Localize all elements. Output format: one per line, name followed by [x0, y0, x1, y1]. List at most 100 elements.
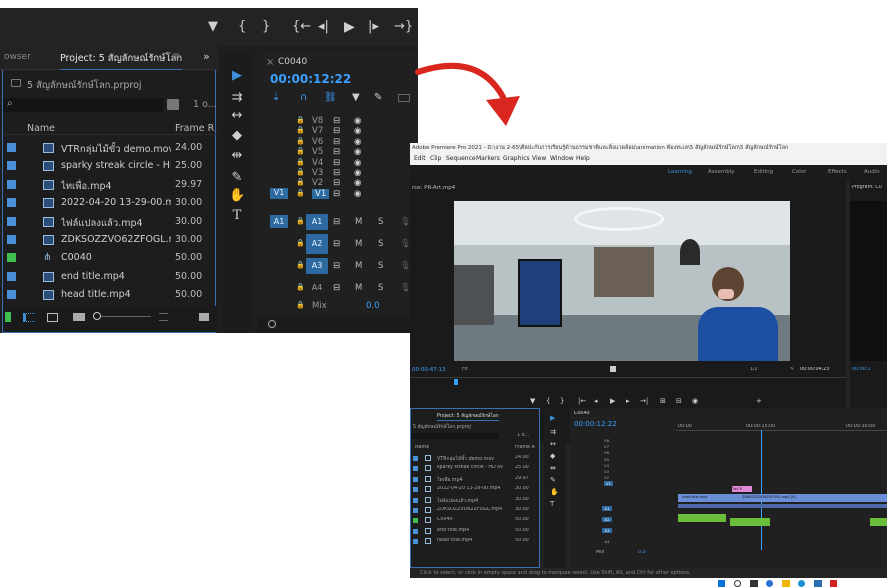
track-name[interactable]: V7 [312, 126, 323, 136]
lock-icon[interactable]: 🔒 [296, 189, 305, 197]
track-name[interactable]: A1 [306, 214, 328, 230]
overwrite-icon[interactable]: ⊟ [676, 397, 682, 405]
menu-clip[interactable]: Clip [430, 153, 441, 165]
program-tab[interactable]: Program: C0 [852, 185, 882, 190]
solo-button[interactable]: S [378, 261, 383, 271]
project-item-row[interactable]: ไทเพื่อ.mp4 29.97 [3, 177, 217, 193]
new-item-icon[interactable] [199, 313, 209, 321]
sequence-tab-small[interactable]: C0040 [574, 411, 590, 416]
project-item-row[interactable]: VTRกลุ่มไม้ขั้ว demo.mov 24.00 [3, 140, 217, 156]
in-point-icon[interactable]: { [238, 19, 246, 35]
go-to-out-icon[interactable]: →| [640, 397, 648, 405]
lock-icon[interactable]: 🔒 [296, 217, 305, 225]
track-name[interactable]: A3 [306, 258, 328, 274]
go-to-out-icon[interactable]: →} [394, 19, 413, 35]
project-item-row[interactable]: head title.mp4 50.00 [3, 287, 217, 303]
time-ruler[interactable] [676, 430, 887, 431]
menu-edit[interactable]: Edit [414, 153, 426, 165]
project-search-small[interactable] [411, 433, 499, 439]
lock-icon[interactable]: 🔒 [296, 261, 305, 269]
sync-lock-icon[interactable]: ⊟ [333, 261, 340, 271]
play-icon[interactable]: ▶ [610, 397, 615, 405]
color-label-swatch[interactable] [413, 539, 418, 545]
eye-icon[interactable]: ◉ [354, 147, 361, 157]
sync-lock-icon[interactable]: ⊟ [333, 189, 340, 199]
timeline-scroll[interactable] [258, 316, 418, 333]
color-label-swatch[interactable] [413, 456, 418, 461]
source-tab[interactable]: rce: PR-Art.mp4 [412, 185, 455, 191]
menu-sequence[interactable]: Sequence [446, 153, 476, 165]
zoom-slider-track[interactable] [101, 316, 151, 317]
step-back-icon[interactable]: ◂ [594, 397, 598, 405]
fit-dropdown[interactable]: Fit [462, 367, 468, 372]
lock-icon[interactable]: 🔒 [296, 137, 305, 145]
slip-tool-icon[interactable]: ⇹ [550, 464, 556, 472]
acrobat-icon[interactable] [830, 580, 837, 587]
scale-dropdown[interactable]: 1/2 [750, 367, 758, 372]
lock-icon[interactable]: 🔒 [296, 116, 305, 124]
clip-pink[interactable]: ไฟล์ R [732, 486, 752, 492]
sync-lock-icon[interactable]: ⊟ [333, 178, 340, 188]
solo-button[interactable]: S [378, 217, 383, 227]
playhead-timecode[interactable]: 00:00:12:22 [270, 72, 351, 86]
color-label-swatch[interactable] [7, 198, 16, 208]
media-browser-tab[interactable]: owser [4, 52, 31, 62]
track-name[interactable]: A1 [602, 506, 612, 511]
track-name[interactable]: V8 [312, 116, 323, 126]
menu-help[interactable]: Help [576, 153, 590, 165]
snap-icon[interactable]: ∩ [300, 92, 307, 103]
timecode-small[interactable]: 00:00:12:22 [574, 420, 617, 428]
color-label-swatch[interactable] [7, 179, 16, 189]
lock-icon[interactable]: 🔒 [296, 168, 305, 176]
video-track-header[interactable]: 🔒 V3 ⊟ ◉ [258, 168, 418, 178]
sync-lock-icon[interactable]: ⊟ [333, 137, 340, 147]
search-icon[interactable] [734, 580, 741, 587]
sync-lock-icon[interactable]: ⊟ [333, 283, 340, 293]
eye-icon[interactable]: ◉ [354, 168, 361, 178]
track-name[interactable]: A4 [306, 280, 328, 296]
workspace-editing[interactable]: Editing [754, 169, 773, 175]
color-label-swatch[interactable] [7, 290, 16, 300]
lock-icon[interactable]: 🔒 [296, 178, 305, 186]
selection-tool-icon[interactable]: ▶ [550, 414, 555, 422]
solo-button[interactable]: S [378, 283, 383, 293]
wrench-icon[interactable]: ✎ [790, 367, 794, 372]
step-forward-icon[interactable]: ▸ [626, 397, 630, 405]
mute-button[interactable]: M [355, 239, 362, 249]
razor-icon[interactable]: ◆ [550, 452, 555, 460]
in-point-icon[interactable]: { [546, 397, 550, 405]
project-item-row[interactable]: 2022-04-20 13-29-00.mp4 30.00 [3, 195, 217, 211]
audio-clip-1[interactable] [678, 514, 726, 522]
hand-tool-icon[interactable]: ✋ [550, 488, 559, 496]
color-label-swatch[interactable] [413, 476, 418, 482]
source-patch-v1[interactable]: V1 [270, 187, 288, 199]
name-column-header[interactable]: Name [27, 123, 55, 134]
track-name[interactable]: V1 [312, 188, 330, 199]
track-name[interactable]: A2 [602, 517, 612, 522]
track-name[interactable]: V2 [312, 178, 323, 188]
expand-panels-icon[interactable]: » [203, 50, 210, 63]
eye-icon[interactable]: ◉ [354, 189, 361, 199]
ripple-edit-icon[interactable]: ↔ [550, 440, 556, 448]
marker-icon[interactable]: ▼ [530, 397, 535, 405]
frame-rate-column-small[interactable]: Frame R [515, 445, 535, 450]
zoom-slider-handle[interactable] [93, 312, 101, 320]
track-name[interactable]: V3 [604, 469, 609, 474]
v1-clip-track-2[interactable] [678, 504, 887, 508]
project-item-row[interactable]: ⋔ C0040 50.00 [3, 250, 217, 266]
audio-track-header[interactable]: 🔒 A4 ⊟ M S 🎙 [258, 278, 418, 298]
menu-markers[interactable]: Markers [476, 153, 500, 165]
program-timecode[interactable]: 00:00:1 [852, 367, 871, 372]
video-track-header[interactable]: 🔒 V4 ⊟ ◉ [258, 158, 418, 168]
name-column-small[interactable]: Name [415, 445, 429, 450]
sync-lock-icon[interactable]: ⊟ [333, 147, 340, 157]
project-tab-small[interactable]: Project: 5 สัญลักษณ์รักษ์โลก [437, 412, 499, 421]
mix-value[interactable]: 0.0 [366, 301, 380, 311]
eye-icon[interactable]: ◉ [354, 126, 361, 136]
add-marker-icon[interactable]: ▼ [352, 92, 360, 103]
color-label-swatch[interactable] [413, 528, 418, 534]
play-icon[interactable]: ▶ [344, 19, 355, 35]
insert-icon[interactable]: ⊞ [660, 397, 666, 405]
eye-icon[interactable]: ◉ [354, 116, 361, 126]
track-name[interactable]: V5 [604, 457, 609, 462]
